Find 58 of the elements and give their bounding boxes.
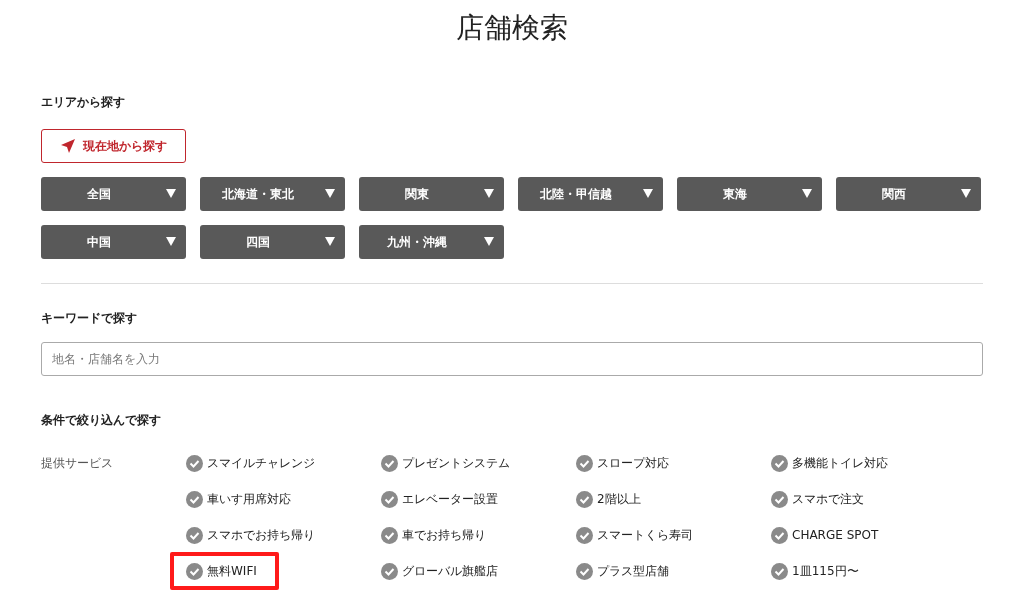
service-label: スマホで注文 [792, 490, 864, 508]
section-heading: 条件で絞り込んで探す [41, 412, 162, 428]
check-icon[interactable] [771, 562, 788, 580]
check-icon[interactable] [381, 454, 398, 472]
check-icon[interactable] [576, 526, 593, 544]
service-label: 車でお持ち帰り [402, 526, 486, 544]
page-title: 店舗検索 [455, 10, 569, 46]
caret-icon [961, 189, 971, 198]
service-label: スマートくら寿司 [597, 526, 693, 544]
check-icon[interactable] [186, 454, 203, 472]
region-dropdown[interactable]: 九州・沖縄 [359, 225, 504, 259]
check-icon[interactable] [576, 490, 593, 508]
service-label: スマホでお持ち帰り [207, 526, 315, 544]
check-icon[interactable] [186, 490, 203, 508]
region-dropdown[interactable]: 関東 [359, 177, 504, 211]
check-icon[interactable] [771, 454, 788, 472]
service-label: 1皿115円〜 [792, 562, 859, 580]
check-icon[interactable] [186, 562, 203, 580]
region-dropdown[interactable]: 全国 [41, 177, 186, 211]
service-label: プレゼントシステム [402, 454, 510, 472]
check-icon[interactable] [381, 526, 398, 544]
caret-icon [484, 237, 494, 246]
service-label: 多機能トイレ対応 [792, 454, 888, 472]
check-icon[interactable] [381, 562, 398, 580]
region-dropdown[interactable]: 関西 [836, 177, 981, 211]
caret-icon [802, 189, 812, 198]
caret-icon [643, 189, 653, 198]
service-label: 車いす用席対応 [207, 490, 291, 508]
location-arrow-icon [60, 139, 75, 153]
caret-icon [325, 189, 335, 198]
service-label: スマイルチャレンジ [207, 454, 315, 472]
service-label: CHARGE SPOT [792, 528, 879, 542]
service-label: エレベーター設置 [402, 490, 498, 508]
check-icon[interactable] [576, 562, 593, 580]
service-label: 無料WIFI [207, 562, 257, 580]
region-dropdown[interactable]: 四国 [200, 225, 345, 259]
check-icon[interactable] [771, 526, 788, 544]
caret-icon [166, 237, 176, 246]
region-dropdown[interactable]: 北陸・甲信越 [518, 177, 663, 211]
service-label: 2階以上 [597, 490, 641, 508]
section-heading: キーワードで探す [41, 310, 138, 326]
caret-icon [325, 237, 335, 246]
service-label: スロープ対応 [597, 454, 669, 472]
region-dropdown[interactable]: 北海道・東北 [200, 177, 345, 211]
group-label: 提供サービス [41, 455, 114, 472]
region-dropdown[interactable]: 東海 [677, 177, 822, 211]
check-icon[interactable] [186, 526, 203, 544]
section-heading: エリアから探す [41, 94, 126, 110]
check-icon[interactable] [576, 454, 593, 472]
check-icon[interactable] [771, 490, 788, 508]
service-label: グローバル旗艦店 [402, 562, 498, 580]
caret-icon [484, 189, 494, 198]
caret-icon [166, 189, 176, 198]
service-label: プラス型店舗 [597, 562, 669, 580]
current-location-button[interactable]: 現在地から探す [41, 129, 186, 163]
keyword-field[interactable]: 地名・店舗名を入力 [41, 342, 983, 376]
check-icon[interactable] [381, 490, 398, 508]
region-dropdown[interactable]: 中国 [41, 225, 186, 259]
